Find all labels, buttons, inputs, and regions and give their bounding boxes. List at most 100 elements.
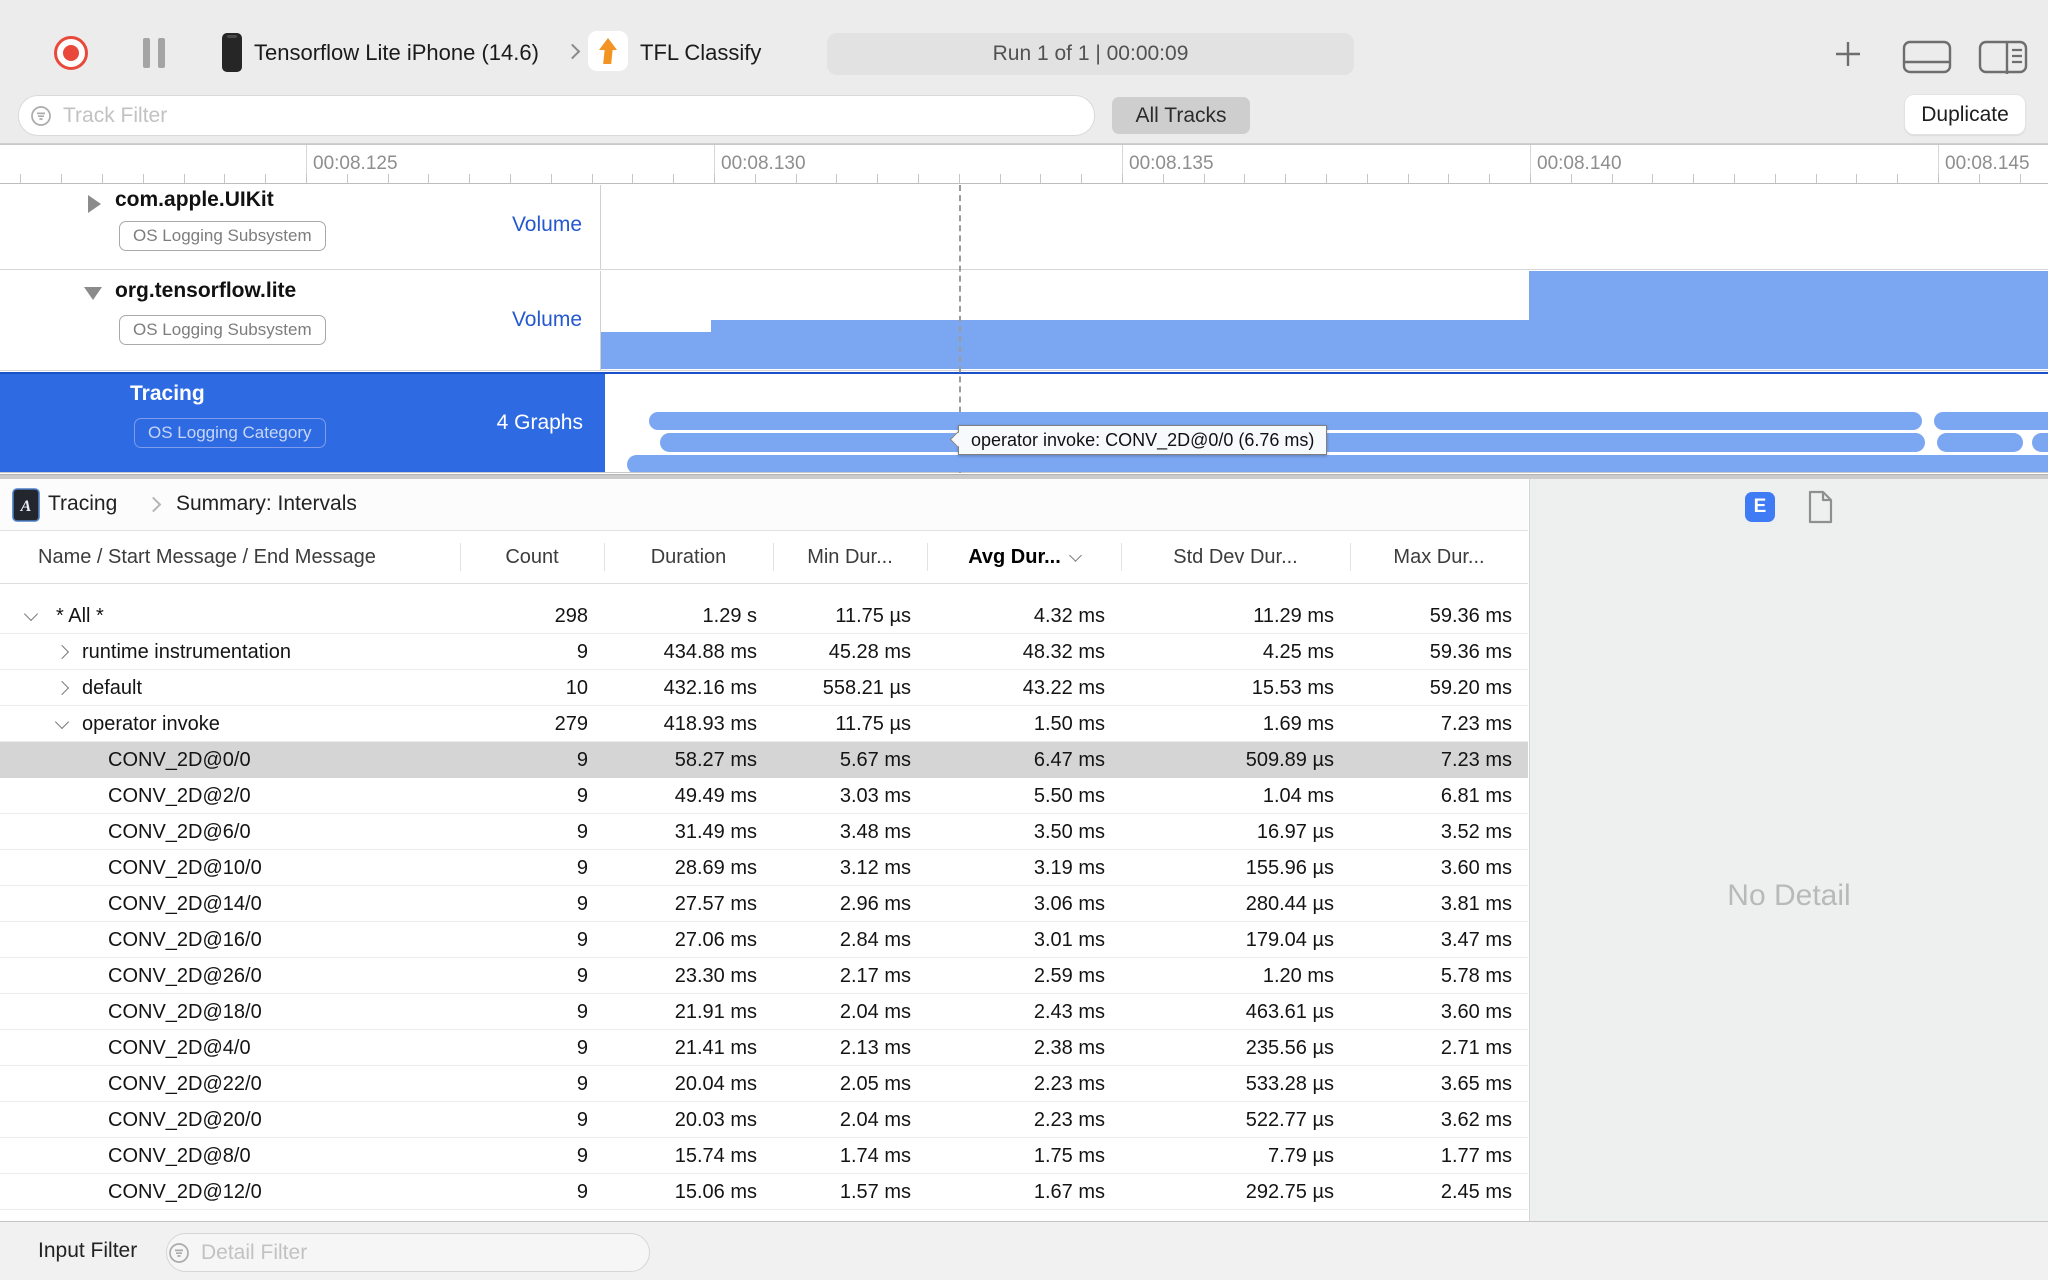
table-row[interactable]: * All * 298 1.29 s 11.75 µs 4.32 ms 11.29 ms 5… — [0, 598, 1528, 634]
table-row[interactable]: runtime instrumentation 9 434.88 ms 45.28 m… — [0, 634, 1528, 670]
breadcrumb-summary-intervals[interactable]: Summary: Intervals — [176, 492, 357, 516]
track-tracing-label[interactable]: Tracing OS Logging Category 4 Graphs — [0, 374, 601, 472]
column-header[interactable]: Count — [460, 543, 604, 571]
track-tensorflow[interactable]: org.tensorflow.lite OS Logging Subsystem… — [0, 271, 2048, 371]
track-badge: OS Logging Subsystem — [119, 221, 326, 251]
cell-avg: 3.06 ms — [1033, 892, 1105, 915]
ruler-tick — [714, 174, 715, 183]
expander-down-icon[interactable] — [23, 606, 39, 622]
column-header[interactable]: Duration — [604, 543, 773, 571]
cell-duration: 418.93 ms — [663, 712, 757, 735]
track-measure-link[interactable]: Volume — [512, 308, 582, 332]
ruler-tick — [1816, 174, 1817, 183]
table-row[interactable]: CONV_2D@2/0 9 49.49 ms 3.03 ms 5.50 ms 1.04 m… — [0, 778, 1528, 814]
column-header[interactable]: Avg Dur... — [927, 543, 1121, 571]
ruler-tick — [428, 174, 429, 183]
track-tensorflow-label[interactable]: org.tensorflow.lite OS Logging Subsystem… — [0, 271, 601, 370]
cell-min: 2.13 ms — [839, 1036, 911, 1059]
table-row[interactable]: CONV_2D@18/0 9 21.91 ms 2.04 ms 2.43 ms 463.6… — [0, 994, 1528, 1030]
cell-std: 11.29 ms — [1253, 604, 1334, 627]
column-header[interactable]: Name / Start Message / End Message — [0, 546, 460, 569]
expander-right-icon[interactable] — [54, 680, 70, 696]
cell-avg: 2.23 ms — [1033, 1072, 1105, 1095]
ruler-tick — [469, 174, 470, 183]
cell-std: 16.97 µs — [1256, 820, 1334, 843]
interval-bar[interactable] — [1937, 433, 2023, 452]
expander-down-icon[interactable] — [54, 714, 70, 730]
track-measure-link[interactable]: Volume — [512, 213, 582, 237]
table-row[interactable]: CONV_2D@26/0 9 23.30 ms 2.17 ms 2.59 ms 1.20 … — [0, 958, 1528, 994]
cell-count: 298 — [554, 604, 588, 627]
cell-count: 9 — [576, 640, 588, 663]
table-row[interactable]: CONV_2D@12/0 9 15.06 ms 1.57 ms 1.67 ms 292.7… — [0, 1174, 1528, 1210]
toggle-right-panel-button[interactable] — [1978, 40, 2028, 76]
chevron-right-icon — [564, 43, 581, 60]
track-badge: OS Logging Subsystem — [119, 315, 326, 345]
run-status: Run 1 of 1 | 00:00:09 — [827, 33, 1354, 75]
cell-count: 9 — [576, 1180, 588, 1203]
volume-bar[interactable] — [711, 320, 1529, 369]
track-tracing-selected[interactable]: operator invoke: CONV_2D@0/0 (6.76 ms) T… — [0, 372, 2048, 473]
table-row[interactable]: CONV_2D@8/0 9 15.74 ms 1.74 ms 1.75 ms 7.79 µ… — [0, 1138, 1528, 1174]
track-tensorflow-timeline[interactable] — [601, 271, 2048, 370]
track-title: com.apple.UIKit — [115, 188, 274, 211]
pause-button[interactable] — [143, 38, 165, 68]
column-header[interactable]: Min Dur... — [773, 543, 927, 571]
breadcrumb-tracing[interactable]: Tracing — [48, 492, 117, 516]
volume-bar[interactable] — [1529, 271, 2048, 369]
expander-right-icon[interactable] — [54, 644, 70, 660]
cell-name: CONV_2D@26/0 — [108, 964, 262, 987]
instrument-icon: A — [12, 488, 40, 522]
track-tracing-timeline[interactable]: operator invoke: CONV_2D@0/0 (6.76 ms) — [601, 374, 2048, 472]
cell-count: 9 — [576, 784, 588, 807]
cell-name: CONV_2D@10/0 — [108, 856, 262, 879]
timeline-ruler[interactable]: 00:08.125 00:08.130 00:08.135 00:08.140 00:0… — [0, 144, 2048, 184]
cell-max: 3.81 ms — [1440, 892, 1512, 915]
table-row[interactable]: CONV_2D@14/0 9 27.57 ms 2.96 ms 3.06 ms 280.4… — [0, 886, 1528, 922]
ruler-tick — [632, 174, 633, 183]
all-tracks-button[interactable]: All Tracks — [1112, 97, 1250, 134]
volume-bar[interactable] — [601, 332, 711, 369]
tensorflow-app-icon — [588, 31, 628, 71]
column-header[interactable]: Std Dev Dur... — [1121, 543, 1350, 571]
record-button[interactable] — [54, 36, 88, 70]
ruler-tick — [1979, 174, 1980, 183]
track-measure-link[interactable]: 4 Graphs — [497, 411, 583, 435]
table-row[interactable]: CONV_2D@10/0 9 28.69 ms 3.12 ms 3.19 ms 155.9… — [0, 850, 1528, 886]
device-selector[interactable]: Tensorflow Lite iPhone (14.6) — [254, 40, 539, 66]
add-instrument-button[interactable] — [1830, 36, 1866, 72]
cell-std: 292.75 µs — [1245, 1180, 1334, 1203]
detail-filter-input[interactable]: Detail Filter — [166, 1233, 650, 1272]
table-row[interactable]: CONV_2D@4/0 9 21.41 ms 2.13 ms 2.38 ms 235.56… — [0, 1030, 1528, 1066]
table-row[interactable]: CONV_2D@0/0 9 58.27 ms 5.67 ms 6.47 ms 509.89… — [0, 742, 1528, 778]
cell-count: 9 — [576, 748, 588, 771]
ruler-tick — [1326, 174, 1327, 183]
cell-std: 179.04 µs — [1245, 928, 1334, 951]
ruler-tick — [2020, 174, 2021, 183]
document-icon[interactable] — [1806, 490, 1834, 524]
cell-avg: 2.43 ms — [1033, 1000, 1105, 1023]
target-selector[interactable]: TFL Classify — [640, 40, 761, 66]
toggle-bottom-panel-button[interactable] — [1902, 40, 1952, 76]
column-header[interactable]: Max Dur... — [1350, 543, 1528, 571]
table-row[interactable]: default 10 432.16 ms 558.21 µs 43.22 ms 15.53… — [0, 670, 1528, 706]
interval-bar[interactable] — [1934, 412, 2048, 430]
interval-bar[interactable] — [2032, 433, 2048, 452]
interval-bar[interactable] — [627, 455, 2048, 472]
table-row[interactable]: CONV_2D@20/0 9 20.03 ms 2.04 ms 2.23 ms 522.7… — [0, 1102, 1528, 1138]
table-row[interactable]: CONV_2D@22/0 9 20.04 ms 2.05 ms 2.23 ms 533.2… — [0, 1066, 1528, 1102]
disclosure-expanded-icon[interactable] — [84, 287, 102, 300]
track-uikit-timeline[interactable] — [601, 185, 2048, 269]
table-row[interactable]: operator invoke 279 418.93 ms 11.75 µs 1.50 … — [0, 706, 1528, 742]
table-row[interactable]: CONV_2D@16/0 9 27.06 ms 2.84 ms 3.01 ms 179.0… — [0, 922, 1528, 958]
track-uikit[interactable]: com.apple.UIKit OS Logging Subsystem Vol… — [0, 185, 2048, 270]
track-uikit-label[interactable]: com.apple.UIKit OS Logging Subsystem Vol… — [0, 185, 601, 269]
disclosure-collapsed-icon[interactable] — [88, 195, 101, 213]
duplicate-button[interactable]: Duplicate — [1904, 94, 2026, 135]
cell-name: CONV_2D@12/0 — [108, 1180, 262, 1203]
table-row[interactable]: CONV_2D@6/0 9 31.49 ms 3.48 ms 3.50 ms 16.97 … — [0, 814, 1528, 850]
track-filter-input[interactable]: Track Filter — [18, 95, 1095, 136]
extended-detail-tab[interactable]: E — [1745, 492, 1775, 522]
cell-min: 3.48 ms — [839, 820, 911, 843]
cell-count: 9 — [576, 1108, 588, 1131]
